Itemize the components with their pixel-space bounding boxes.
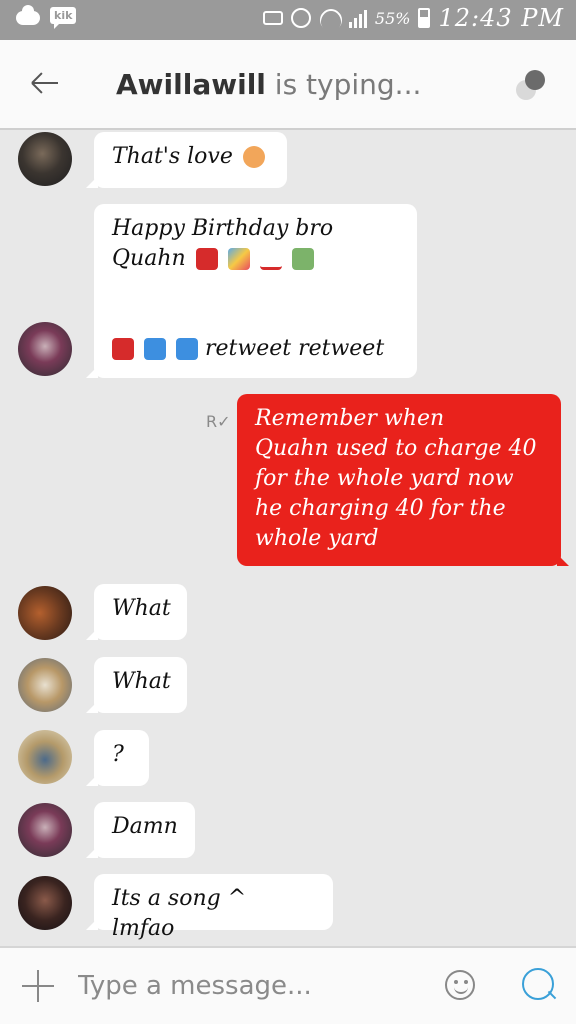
read-receipt: R✓ [206,412,231,431]
cloud-icon [16,4,40,25]
avatar[interactable] [18,730,72,784]
message-list[interactable]: That's love Happy Birthday bro Quahn ret… [0,132,576,946]
system-icons: 55% 12:43 PM [262,4,564,32]
avatar[interactable] [18,322,72,376]
avatar[interactable] [18,658,72,712]
mute-icon [262,11,283,25]
message-text-line: whole yard [255,526,379,551]
message-text-line: for the whole yard now [255,466,514,491]
message-text: That's love [112,144,233,169]
letter-a-emoji-icon [144,338,166,360]
party-popper-emoji-icon [227,248,250,270]
kik-icon: kik [50,7,77,29]
message-text: What [112,596,171,621]
arrow-left-icon[interactable] [30,68,60,98]
alarm-icon [290,8,311,28]
fuel-pump-emoji-icon [195,248,218,270]
message-bubble[interactable]: ? [86,730,149,786]
search-icon[interactable] [522,968,554,1000]
avatar[interactable] [18,586,72,640]
face-emoji-icon [242,146,265,168]
message-bubble[interactable]: What [86,584,187,640]
battery-icon [418,8,431,28]
message-text-line: Quahn [112,244,399,274]
avatar[interactable] [18,876,72,930]
message-text-line: Remember when [255,406,445,431]
chat-header: Awillawill is typing... [0,40,576,130]
message-bubble[interactable]: Happy Birthday bro Quahn retweet retweet [86,204,417,378]
status-time: 12:43 PM [438,4,564,32]
message-text: ? [112,742,124,767]
avatar[interactable] [18,803,72,857]
message-bubble[interactable]: What [86,657,187,713]
ng-emoji-icon [176,338,198,360]
smiley-icon[interactable] [445,970,475,1000]
signal-icon [348,8,367,28]
message-bubble[interactable]: That's love [86,132,287,188]
sent-message-bubble[interactable]: Remember when Quahn used to charge 40 fo… [237,394,569,566]
message-bubble[interactable]: Damn [86,802,195,858]
status-bar: kik 55% 12:43 PM [0,0,576,40]
message-composer [0,946,576,1024]
message-input[interactable] [78,966,418,1006]
wifi-icon [319,7,341,29]
battery-percent: 55% [374,8,411,28]
fuel-pump-emoji-icon [112,338,134,360]
message-text: Damn [112,814,178,839]
options-dots-icon[interactable] [516,70,546,100]
message-text-line: Quahn used to charge 40 [255,436,537,461]
message-text: Its a song ^ lmfao [112,886,247,941]
message-text-line: retweet retweet [112,334,399,364]
money-emoji-icon [291,248,314,270]
message-text-line: he charging 40 for the [255,496,506,521]
typing-status: is typing... [265,68,422,101]
chat-title[interactable]: Awillawill is typing... [116,68,421,101]
message-text-line: Happy Birthday bro [112,216,334,241]
message-text: What [112,669,171,694]
message-bubble[interactable]: Its a song ^ lmfao [86,874,333,941]
hundred-emoji-icon [259,248,282,270]
contact-name: Awillawill [116,68,266,101]
plus-icon[interactable] [22,970,54,1002]
avatar[interactable] [18,132,72,186]
notification-icons: kik [16,4,77,29]
